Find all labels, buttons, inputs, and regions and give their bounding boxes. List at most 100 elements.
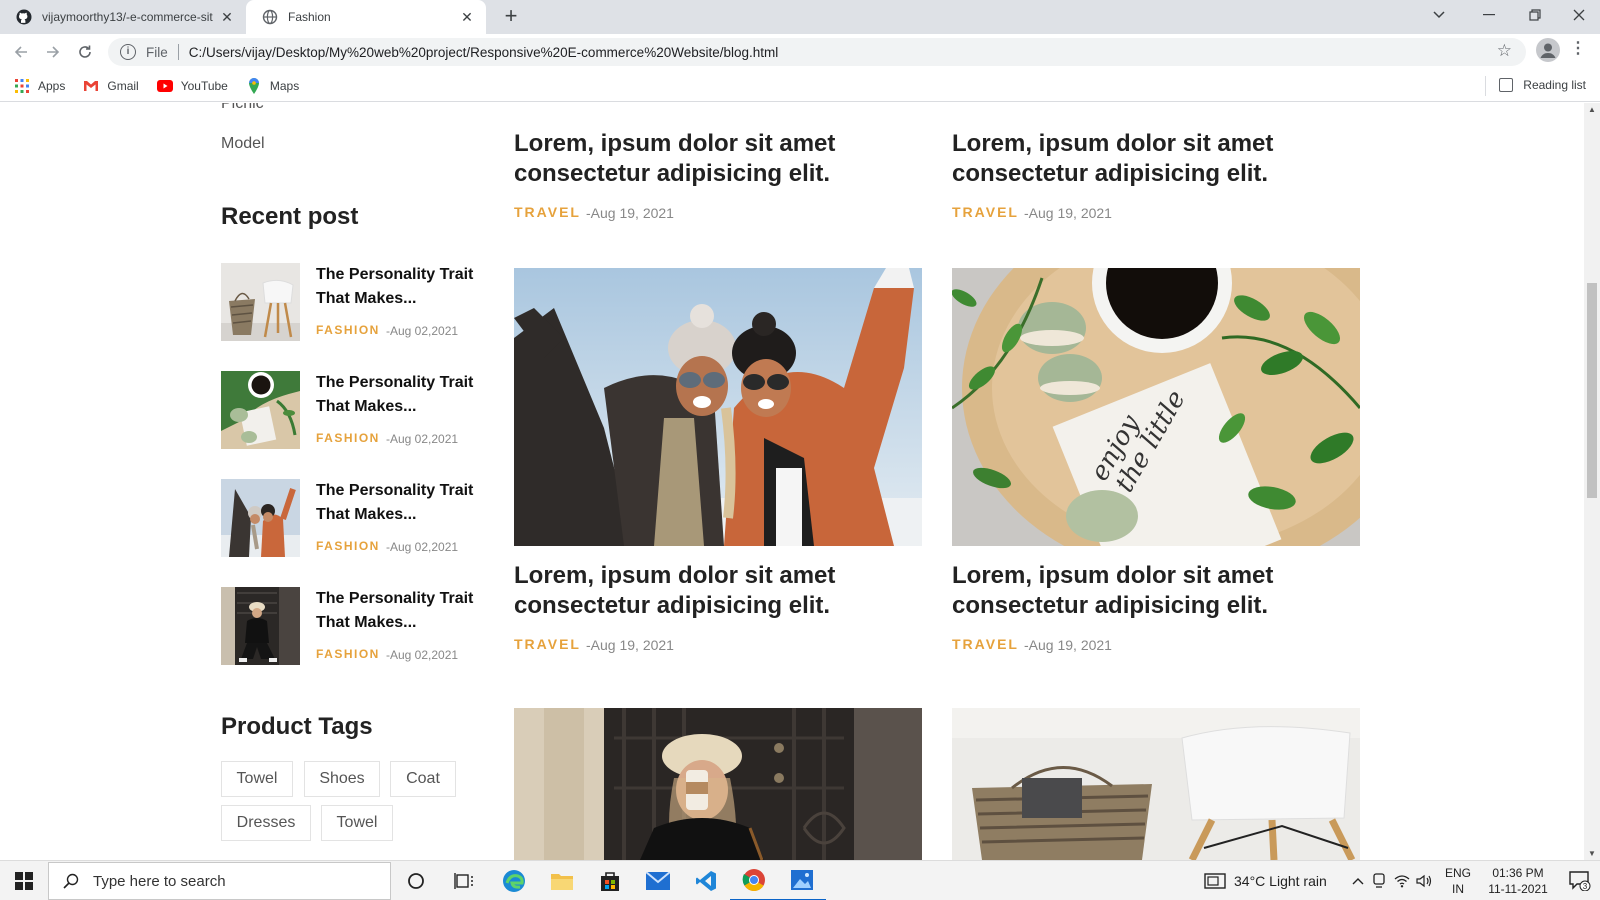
more-menu-icon[interactable]: ⋮ — [1570, 40, 1586, 60]
post-title[interactable]: Lorem, ipsum dolor sit amet consectetur … — [514, 129, 922, 189]
photos-icon[interactable] — [778, 861, 826, 900]
tab-title: Fashion — [288, 10, 331, 24]
address-separator — [177, 44, 179, 60]
post-image[interactable] — [514, 268, 922, 546]
post-category[interactable]: TRAVEL — [514, 636, 581, 652]
system-clock[interactable]: 01:36 PM 11-11-2021 — [1476, 865, 1560, 897]
post-image[interactable] — [952, 708, 1360, 860]
post-title[interactable]: Lorem, ipsum dolor sit amet consectetur … — [952, 129, 1360, 189]
recent-post-title[interactable]: The Personality Trait That Makes... — [316, 479, 486, 527]
address-bar[interactable]: i File C:/Users/vijay/Desktop/My%20web%2… — [108, 38, 1526, 66]
tab-search-icon[interactable] — [1416, 0, 1462, 30]
maps-icon — [246, 77, 262, 94]
bookmark-maps[interactable]: Maps — [246, 77, 299, 94]
reading-list-icon — [1499, 78, 1514, 92]
recent-post-item[interactable]: The Personality Trait That Makes... FASH… — [221, 371, 481, 451]
globe-icon — [262, 9, 278, 25]
profile-avatar[interactable] — [1536, 38, 1560, 62]
reading-list-button[interactable]: Reading list — [1485, 76, 1586, 96]
recent-post-thumbnail[interactable] — [221, 479, 300, 557]
recent-post-category[interactable]: FASHION — [316, 539, 380, 553]
wifi-icon[interactable] — [1394, 861, 1412, 900]
windows-start-icon[interactable] — [0, 861, 48, 900]
post-date: -Aug 19, 2021 — [1024, 637, 1112, 653]
window-close-icon[interactable] — [1558, 0, 1600, 30]
recent-post-title[interactable]: The Personality Trait That Makes... — [316, 371, 486, 419]
notification-center-icon[interactable]: 3 — [1560, 861, 1600, 900]
vscode-icon[interactable] — [682, 861, 730, 900]
store-icon[interactable] — [586, 861, 634, 900]
tab-strip: vijaymoorthy13/-e-commerce-sit ✕ Fashion… — [0, 0, 1600, 34]
close-icon[interactable]: ✕ — [458, 9, 476, 26]
tab-fashion[interactable]: Fashion ✕ — [246, 0, 486, 34]
tag-coat[interactable]: Coat — [390, 761, 456, 797]
taskbar-search-input[interactable]: Type here to search — [48, 862, 391, 900]
reload-button[interactable] — [72, 39, 98, 65]
tag-shoes[interactable]: Shoes — [304, 761, 380, 797]
url-text[interactable]: C:/Users/vijay/Desktop/My%20web%20projec… — [189, 45, 779, 60]
post-image[interactable]: enjoy the little — [952, 268, 1360, 546]
github-icon — [16, 9, 32, 25]
forward-arrow-icon — [47, 46, 60, 58]
recent-post-category[interactable]: FASHION — [316, 431, 380, 445]
chrome-icon[interactable] — [730, 861, 778, 900]
weather-widget[interactable]: 34°C Light rain — [1204, 861, 1327, 900]
recent-post-thumbnail[interactable] — [221, 587, 300, 665]
bookmark-gmail[interactable]: Gmail — [83, 78, 139, 94]
restore-icon[interactable] — [1512, 0, 1558, 30]
browser-toolbar: i File C:/Users/vijay/Desktop/My%20web%2… — [0, 34, 1600, 70]
post-category[interactable]: TRAVEL — [952, 636, 1019, 652]
search-icon — [63, 873, 79, 889]
post-image[interactable] — [514, 708, 922, 860]
bookmarks-divider — [1485, 76, 1487, 96]
forward-button[interactable] — [40, 39, 66, 65]
show-hidden-icons-icon[interactable] — [1350, 861, 1366, 900]
bookmark-apps[interactable]: Apps — [14, 78, 65, 94]
recent-post-thumbnail[interactable] — [221, 263, 300, 341]
minimize-icon[interactable] — [1466, 0, 1512, 30]
file-explorer-icon[interactable] — [538, 861, 586, 900]
meet-now-icon[interactable] — [1372, 861, 1388, 900]
recent-post-item[interactable]: The Personality Trait That Makes... FASH… — [221, 587, 481, 667]
language-indicator[interactable]: ENG IN — [1445, 865, 1471, 897]
back-arrow-icon — [14, 46, 27, 58]
page-viewport: Picnic Model Recent post The Personality… — [0, 103, 1584, 860]
recent-post-item[interactable]: The Personality Trait That Makes... FASH… — [221, 479, 481, 559]
post-category[interactable]: TRAVEL — [514, 204, 581, 220]
cortana-icon[interactable] — [392, 861, 440, 900]
category-link-model[interactable]: Model — [221, 135, 265, 153]
scrollbar-thumb[interactable] — [1587, 283, 1597, 498]
recent-post-title[interactable]: The Personality Trait That Makes... — [316, 263, 486, 311]
weather-text: 34°C Light rain — [1234, 873, 1327, 889]
task-view-icon[interactable] — [440, 861, 488, 900]
bookmark-youtube[interactable]: YouTube — [156, 78, 228, 94]
info-icon[interactable]: i — [120, 44, 136, 60]
recent-post-heading: Recent post — [221, 203, 359, 230]
bookmark-star-icon[interactable]: ☆ — [1497, 41, 1512, 61]
mail-icon[interactable] — [634, 861, 682, 900]
scroll-up-arrow-icon[interactable]: ▲ — [1588, 105, 1596, 114]
tag-towel-2[interactable]: Towel — [321, 805, 393, 841]
page-scrollbar[interactable]: ▲ ▼ — [1584, 103, 1600, 860]
recent-post-category[interactable]: FASHION — [316, 323, 380, 337]
tag-dresses[interactable]: Dresses — [221, 805, 311, 841]
recent-post-title[interactable]: The Personality Trait That Makes... — [316, 587, 486, 635]
scroll-down-arrow-icon[interactable]: ▼ — [1588, 849, 1596, 858]
close-icon[interactable]: ✕ — [218, 9, 236, 26]
youtube-icon — [156, 78, 173, 94]
recent-post-category[interactable]: FASHION — [316, 647, 380, 661]
tab-github[interactable]: vijaymoorthy13/-e-commerce-sit ✕ — [0, 0, 246, 34]
post-title[interactable]: Lorem, ipsum dolor sit amet consectetur … — [514, 561, 922, 621]
post-date: -Aug 19, 2021 — [1024, 205, 1112, 221]
volume-icon[interactable] — [1416, 861, 1434, 900]
edge-icon[interactable] — [490, 861, 538, 900]
recent-post-item[interactable]: The Personality Trait That Makes... FASH… — [221, 263, 481, 343]
back-button[interactable] — [8, 39, 34, 65]
post-category[interactable]: TRAVEL — [952, 204, 1019, 220]
category-link-picnic[interactable]: Picnic — [221, 103, 264, 113]
tag-towel[interactable]: Towel — [221, 761, 293, 797]
post-title[interactable]: Lorem, ipsum dolor sit amet consectetur … — [952, 561, 1360, 621]
product-tags-heading: Product Tags — [221, 713, 373, 740]
new-tab-button[interactable]: + — [498, 4, 524, 30]
recent-post-thumbnail[interactable] — [221, 371, 300, 449]
